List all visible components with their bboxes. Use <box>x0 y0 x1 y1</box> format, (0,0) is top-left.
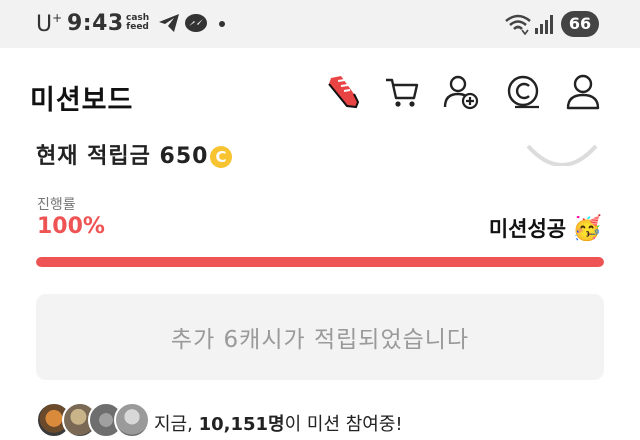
progress-bar <box>36 257 604 267</box>
cashfeed-badge: cash feed <box>126 13 150 32</box>
mission-status-text: 미션성공 <box>488 217 567 241</box>
battery-indicator: 66 <box>561 11 599 37</box>
wifi-icon <box>505 13 531 39</box>
status-bar: U+ 9:43 cash feed 66 <box>0 0 640 48</box>
carrier-label: U+ <box>36 11 63 37</box>
messenger-icon <box>184 13 208 39</box>
telegram-icon <box>158 13 180 37</box>
coin-badge-icon: C <box>210 146 233 168</box>
reward-notice[interactable]: 추가 6캐시가 적립되었습니다 <box>36 294 604 380</box>
status-time: 9:43 <box>67 11 124 36</box>
reward-message: 추가 6캐시가 적립되었습니다 <box>170 327 470 353</box>
signal-icon <box>534 13 554 39</box>
avatar <box>114 402 150 438</box>
invite-friend-button[interactable] <box>440 73 482 115</box>
mission-status: 미션성공 🥳 <box>489 213 602 243</box>
cart-icon <box>383 73 421 115</box>
page-title: 미션보드 <box>30 85 134 116</box>
participant-avatars <box>36 402 150 440</box>
add-friend-icon <box>442 73 480 115</box>
progress-value: 100% <box>37 214 105 239</box>
shop-button[interactable] <box>381 73 423 115</box>
accumulated-cash: 현재 적립금 650 C <box>36 138 233 170</box>
walk-mission-button[interactable] <box>322 73 364 115</box>
progress-bar-fill <box>36 257 604 267</box>
progress-ring-graphic <box>524 106 600 167</box>
sneaker-icon <box>323 72 363 116</box>
participants-text: 지금, 10,151명이 미션 참여중! <box>154 414 403 435</box>
progress-label: 진행률 <box>37 197 76 213</box>
notification-dot <box>219 21 225 27</box>
party-face-icon: 🥳 <box>572 214 602 242</box>
participants-row: 지금, 10,151명이 미션 참여중! <box>36 402 604 440</box>
participants-count: 10,151명 <box>198 414 285 435</box>
